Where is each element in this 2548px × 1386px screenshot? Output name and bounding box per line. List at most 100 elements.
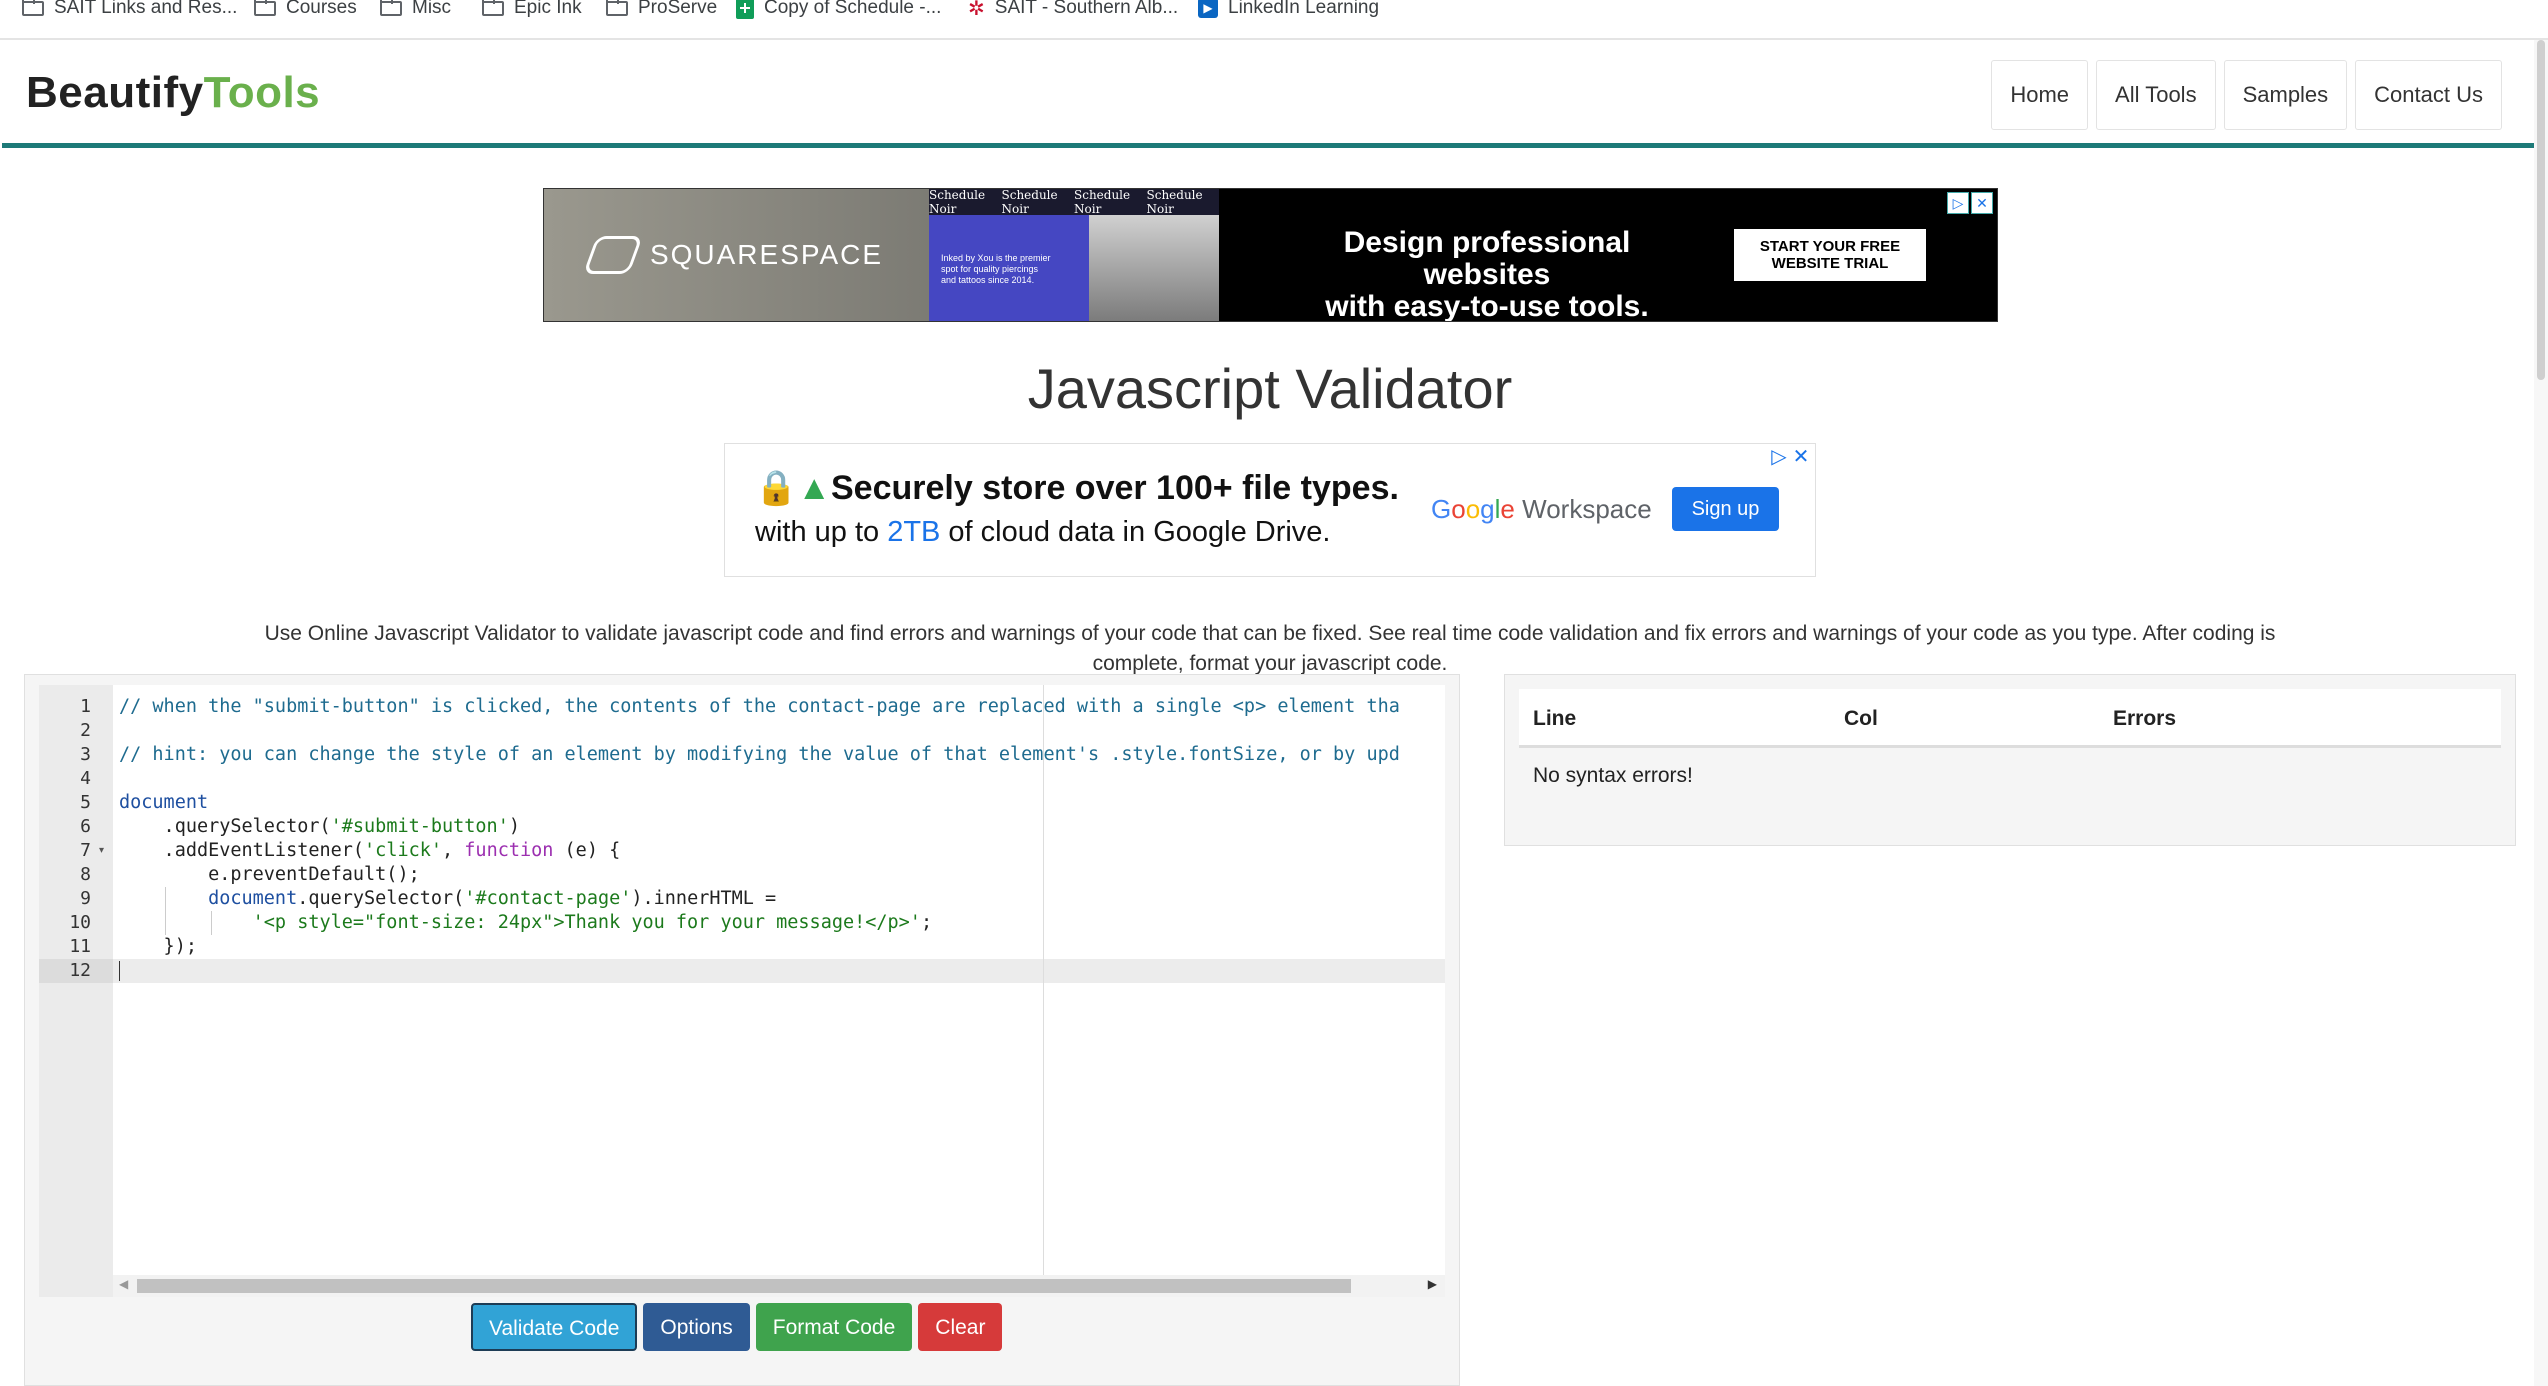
scroll-right-icon[interactable]: ▶ xyxy=(1428,1277,1437,1291)
ad-preview-image: Schedule Noir Schedule Noir Schedule Noi… xyxy=(929,189,1219,321)
ad-brand-panel: SQUARESPACE xyxy=(544,189,929,321)
code-token: ) xyxy=(508,816,520,837)
close-icon[interactable]: ✕ xyxy=(1791,447,1811,467)
code-token-identifier: document xyxy=(208,888,298,909)
line-number: 2 xyxy=(80,720,91,741)
squarespace-ad[interactable]: SQUARESPACE Schedule Noir Schedule Noir … xyxy=(543,188,1998,322)
text-cursor xyxy=(119,961,120,981)
bookmark-label: SAIT - Southern Alb... xyxy=(994,0,1179,18)
main-nav: Home All Tools Samples Contact Us xyxy=(1991,60,2502,130)
bookmark-misc[interactable]: Misc xyxy=(380,0,451,18)
tool-description: Use Online Javascript Validator to valid… xyxy=(264,622,2276,675)
sait-icon: ✲ xyxy=(968,0,985,20)
bookmark-label: Epic Ink xyxy=(514,0,582,18)
page-title: Javascript Validator xyxy=(1027,357,1513,420)
scroll-left-icon[interactable]: ◀ xyxy=(119,1277,128,1291)
format-code-button[interactable]: Format Code xyxy=(755,1303,913,1351)
ad-strip-item: Schedule Noir xyxy=(1001,188,1058,216)
fold-arrow-icon[interactable]: ▾ xyxy=(99,845,104,856)
nav-all-tools[interactable]: All Tools xyxy=(2096,60,2216,130)
line-number: 10 xyxy=(69,912,91,933)
bookmarks-bar: SAIT Links and Res... Courses Misc Epic … xyxy=(0,0,2548,40)
bookmark-label: LinkedIn Learning xyxy=(1228,0,1380,18)
line-number: 11 xyxy=(69,936,91,957)
code-token: ; xyxy=(920,912,933,933)
ad-cta-button[interactable]: START YOUR FREE WEBSITE TRIAL xyxy=(1734,229,1926,281)
editor-actions: Validate Code Options Format Code Clear xyxy=(471,1303,1003,1351)
line-number: 3 xyxy=(80,744,91,765)
header-errors: Errors xyxy=(2113,707,2177,730)
line-number: 4 xyxy=(80,768,91,789)
validate-code-button[interactable]: Validate Code xyxy=(471,1303,638,1351)
ad-choices[interactable]: ▷ ✕ xyxy=(1769,447,1811,467)
code-token: .addEventListener( xyxy=(119,840,365,861)
clear-button[interactable]: Clear xyxy=(918,1303,1003,1351)
results-panel: Line Col Errors No syntax errors! xyxy=(1504,674,2516,846)
logo-beautify: Beautify xyxy=(26,68,204,117)
code-line-7: .addEventListener('click', function (e) … xyxy=(119,839,621,863)
bookmark-epic-ink[interactable]: Epic Ink xyxy=(482,0,582,18)
code-token: .querySelector( xyxy=(119,816,331,837)
folder-icon xyxy=(380,0,402,16)
folder-icon xyxy=(482,0,504,16)
line-number: 6 xyxy=(80,816,91,837)
code-line-6: .querySelector('#submit-button') xyxy=(119,815,520,839)
code-line-5: document xyxy=(119,792,209,813)
ad-choices[interactable]: ▷ ✕ xyxy=(1947,192,1993,214)
ad-strip-item: Schedule Noir xyxy=(1074,188,1131,216)
bookmark-courses[interactable]: Courses xyxy=(254,0,357,18)
ad-preview-text: Inked by Xou is the premier spot for qua… xyxy=(941,253,1051,285)
close-icon[interactable]: ✕ xyxy=(1971,192,1993,214)
editor-panel: 1 2 3 4 5 6 7 ▾ 8 9 10 11 12 // when the… xyxy=(24,674,1460,1386)
code-token: , xyxy=(442,840,465,861)
line-number: 1 xyxy=(80,696,91,717)
folder-icon xyxy=(606,0,628,16)
line-number-gutter: 1 2 3 4 5 6 7 ▾ 8 9 10 11 12 xyxy=(39,685,113,1297)
ad-headline-line1: Design professional websites xyxy=(1343,226,1631,291)
code-text-area[interactable]: // when the "submit-button" is clicked, … xyxy=(113,685,1445,1275)
header-line: Line xyxy=(1533,707,1577,730)
scrollbar-thumb[interactable] xyxy=(2537,40,2545,380)
bookmark-sait-southern[interactable]: ✲ SAIT - Southern Alb... xyxy=(968,0,1179,20)
editor-horizontal-scrollbar[interactable]: ◀ ▶ xyxy=(113,1275,1445,1297)
folder-icon xyxy=(22,0,44,16)
line-number: 8 xyxy=(80,864,91,885)
scrollbar-thumb[interactable] xyxy=(137,1279,1351,1293)
results-header-row: Line Col Errors xyxy=(1519,689,2501,748)
line-number: 7 xyxy=(80,840,91,861)
ad-choices-icon[interactable]: ▷ xyxy=(1947,192,1969,214)
bookmark-sait-links[interactable]: SAIT Links and Res... xyxy=(22,0,237,18)
code-line-10: '<p style="font-size: 24px">Thank you fo… xyxy=(119,911,932,935)
print-margin xyxy=(1043,685,1044,1275)
code-token: ).innerHTML = xyxy=(631,888,777,909)
code-token-string: '#contact-page' xyxy=(464,888,632,909)
no-errors-message: No syntax errors! xyxy=(1533,764,1693,787)
google-workspace-ad[interactable]: 🔒▲Securely store over 100+ file types. w… xyxy=(724,443,1816,577)
logo-tools: Tools xyxy=(203,68,321,117)
bookmark-label: Courses xyxy=(286,0,357,18)
bookmark-label: ProServe xyxy=(638,0,718,18)
code-editor[interactable]: 1 2 3 4 5 6 7 ▾ 8 9 10 11 12 // when the… xyxy=(39,685,1445,1297)
drive-icon: ▲ xyxy=(797,469,831,507)
page-scrollbar[interactable] xyxy=(2534,40,2548,1386)
nav-samples[interactable]: Samples xyxy=(2223,60,2348,130)
nav-home[interactable]: Home xyxy=(1991,60,2089,130)
active-line-highlight xyxy=(113,959,1445,983)
table-row: No syntax errors! xyxy=(1519,748,2501,802)
ad-line1: 🔒▲Securely store over 100+ file types. xyxy=(755,468,1399,508)
bookmark-linkedin-learning[interactable]: ▶ LinkedIn Learning xyxy=(1198,0,1379,18)
bookmark-proserve[interactable]: ProServe xyxy=(606,0,717,18)
ad-line1-text: Securely store over 100+ file types. xyxy=(831,469,1399,507)
options-button[interactable]: Options xyxy=(643,1303,750,1351)
bookmark-label: Misc xyxy=(412,0,452,18)
ad-signup-button[interactable]: Sign up xyxy=(1672,487,1779,531)
site-logo[interactable]: BeautifyTools xyxy=(26,68,320,118)
ad-brand-workspace: Workspace xyxy=(1522,494,1652,524)
ad-line2: with up to 2TB of cloud data in Google D… xyxy=(755,516,1331,549)
nav-contact-us[interactable]: Contact Us xyxy=(2355,60,2502,130)
line-number-active: 12 xyxy=(39,959,113,983)
code-line-8: e.preventDefault(); xyxy=(119,864,420,885)
lock-icon: 🔒 xyxy=(755,469,798,507)
bookmark-copy-of-schedule[interactable]: Copy of Schedule -... xyxy=(736,0,941,19)
ad-choices-icon[interactable]: ▷ xyxy=(1769,447,1789,467)
